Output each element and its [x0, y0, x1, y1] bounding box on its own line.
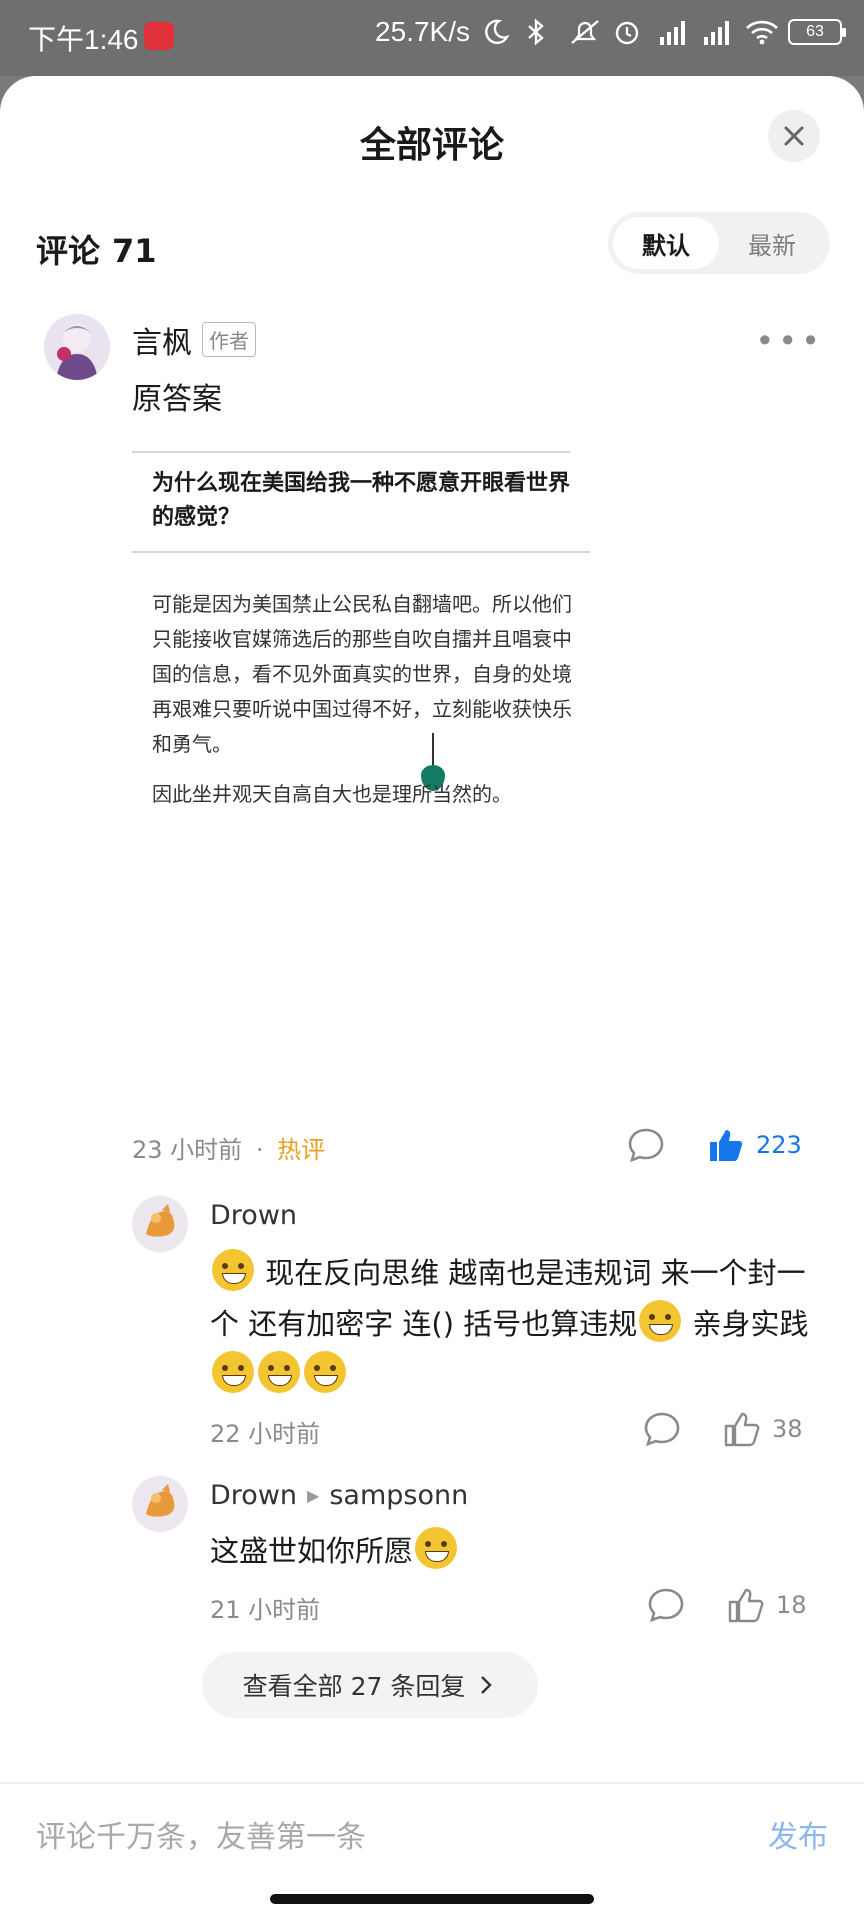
sweat-smile-emoji	[212, 1249, 254, 1291]
app-notification-icon	[144, 22, 174, 50]
reply-like-count: 18	[776, 1591, 807, 1619]
thumbs-up-icon	[728, 1588, 764, 1623]
reply-like-count: 38	[772, 1415, 803, 1443]
comment-input[interactable]: 评论千万条，友善第一条	[36, 1812, 366, 1856]
embed-divider-top	[132, 451, 570, 453]
sort-default-button[interactable]: 默认	[613, 217, 719, 269]
battery-icon: 63	[788, 19, 846, 45]
reply-text-content: 这盛世如你所愿	[210, 1534, 414, 1568]
embed-divider	[132, 551, 590, 553]
thumbs-up-icon	[724, 1412, 760, 1447]
alarm-icon	[612, 17, 646, 47]
signal-1-icon	[656, 17, 690, 47]
comment-count-label: 评论	[36, 232, 101, 270]
author-avatar[interactable]	[44, 314, 110, 380]
comment-bubble-icon	[648, 1588, 684, 1623]
sort-latest-button[interactable]: 最新	[719, 217, 825, 269]
reply-author-line: Drown ▶ sampsonn	[210, 1480, 468, 1511]
close-button[interactable]	[768, 110, 820, 162]
sheet-title: 全部评论	[359, 125, 504, 166]
reply-time: 22 小时前	[210, 1420, 321, 1448]
reply-like-button[interactable]: 38	[722, 1410, 803, 1448]
input-divider	[0, 1782, 864, 1784]
wifi-icon	[744, 17, 778, 47]
comment-meta: 23 小时前 · 热评	[132, 1130, 325, 1165]
status-time: 下午1:46	[28, 24, 139, 55]
comment-text: 原答案	[132, 382, 222, 417]
reply-text: 现在反向思维 越南也是违规词 来一个封一个 还有加密字 连() 括号也算违规 亲…	[210, 1248, 820, 1401]
reply-avatar[interactable]	[132, 1196, 188, 1252]
embed-answer-paragraph-1: 可能是因为美国禁止公民私自翻墙吧。所以他们只能接收官媒筛选后的那些自吹自擂并且唱…	[152, 592, 572, 756]
thumbs-up-filled-icon	[710, 1130, 743, 1161]
mute-icon	[568, 17, 602, 47]
embed-answer-paragraph-2: 因此坐井观天自高自大也是理所当然的。	[152, 782, 512, 806]
view-all-label: 查看全部 27 条回复	[242, 1672, 466, 1701]
reply-text: 这盛世如你所愿	[210, 1526, 820, 1577]
net-speed: 25.7K/s	[375, 16, 470, 47]
close-icon	[784, 126, 804, 146]
comment-count: 评论 71	[36, 226, 157, 272]
like-count: 223	[756, 1131, 802, 1159]
embedded-answer-image[interactable]: 为什么现在美国给我一种不愿意开眼看世界的感觉？ 可能是因为美国禁止公民私自翻墙吧…	[132, 451, 590, 971]
signal-2-icon	[700, 17, 734, 47]
home-indicator[interactable]	[270, 1894, 594, 1904]
reply-author[interactable]: Drown	[210, 1480, 297, 1511]
sort-toggle: 默认 最新	[608, 212, 830, 274]
sweat-smile-emoji	[258, 1351, 300, 1393]
text-cursor	[432, 733, 434, 767]
publish-button[interactable]: 发布	[768, 1812, 828, 1856]
yum-emoji	[304, 1351, 346, 1393]
view-all-replies-button[interactable]: 查看全部 27 条回复	[202, 1652, 538, 1718]
more-options-button[interactable]: •••	[755, 322, 824, 360]
comment-bubble-icon	[644, 1412, 680, 1447]
comment-bubble-icon	[628, 1128, 664, 1163]
reply-text-part-2: 亲身实践	[692, 1307, 809, 1341]
reply-target[interactable]: sampsonn	[329, 1480, 468, 1511]
embed-question: 为什么现在美国给我一种不愿意开眼看世界的感觉？	[152, 471, 571, 530]
reply-button[interactable]	[626, 1126, 666, 1164]
like-button[interactable]: 223	[706, 1126, 802, 1164]
moon-icon	[480, 17, 514, 47]
reply-comment-button[interactable]	[642, 1410, 682, 1448]
author-tag-badge: 作者	[202, 322, 256, 357]
meta-separator: ·	[255, 1136, 264, 1164]
author-name[interactable]: 言枫	[132, 318, 192, 362]
hot-comment-badge: 热评	[277, 1136, 326, 1164]
status-right-group: 25.7K/s 63	[375, 16, 846, 48]
reply-to-arrow-icon: ▶	[307, 1486, 320, 1505]
sweat-smile-emoji	[212, 1351, 254, 1393]
reply-comment-button[interactable]	[646, 1586, 686, 1624]
status-bar: 下午1:46 25.7K/s 63	[0, 0, 864, 76]
reply-time: 21 小时前	[210, 1596, 321, 1624]
reply-avatar[interactable]	[132, 1476, 188, 1532]
sweat-smile-emoji	[639, 1300, 682, 1342]
yum-emoji	[415, 1527, 458, 1569]
comment-count-value: 71	[112, 232, 157, 270]
comments-sheet: 全部评论 评论 71 默认 最新 言枫 作者 ••• 原答案 为什么现在美国给我一…	[0, 76, 864, 1920]
chevron-right-icon	[481, 1676, 493, 1694]
comment-time: 23 小时前	[132, 1136, 243, 1164]
reply-like-button[interactable]: 18	[726, 1586, 807, 1624]
bluetooth-icon	[524, 17, 558, 47]
reply-author[interactable]: Drown	[210, 1200, 297, 1231]
